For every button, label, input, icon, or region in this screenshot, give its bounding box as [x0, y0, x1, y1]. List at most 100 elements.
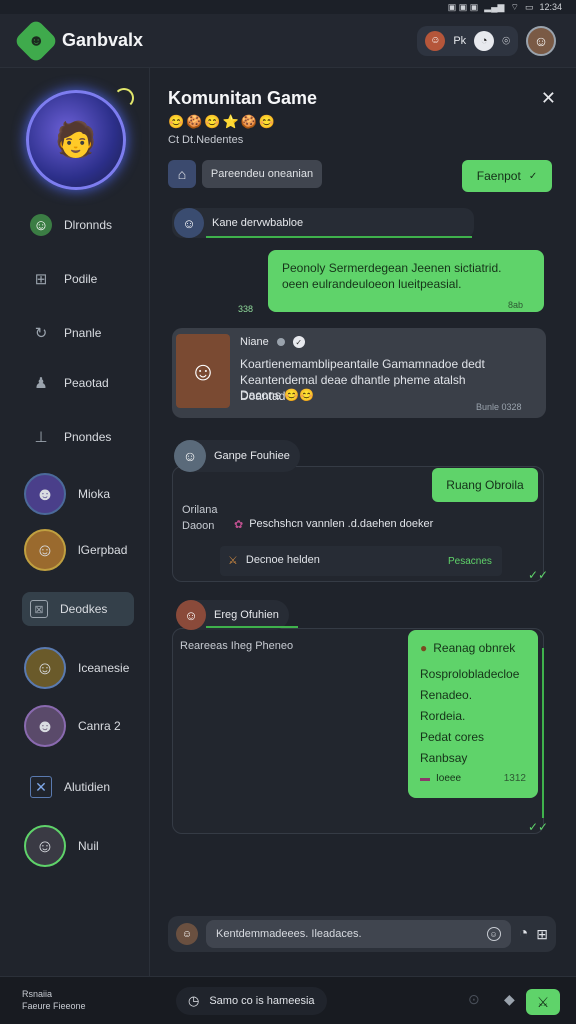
verified-icon: ✓ — [292, 336, 305, 348]
profile-avatar[interactable]: 🧑 — [26, 90, 126, 190]
group-2-msg-foot: ▬ Ioeee 1312 — [420, 771, 526, 787]
sidebar-item-pnondes[interactable]: ⊥ Pnondes — [22, 420, 134, 454]
status-dot-icon — [276, 338, 285, 346]
group-1-name: Ganpe Fouhiee — [214, 450, 290, 462]
home-icon: ⌂ — [177, 166, 187, 182]
quoted-tail: Dacons 😊😊 — [240, 388, 314, 402]
message-input-placeholder: Kentdemmadeees. Ileadaces. — [216, 928, 362, 940]
status-bar: ▣ ▣ ▣ ▂▄▆ ⌔ ▭ 12:34 — [0, 0, 576, 14]
level-ring-icon — [114, 88, 134, 108]
timer-icon[interactable]: ◔ — [519, 925, 529, 943]
avatar: ☺ — [24, 647, 66, 689]
double-check-icon: ✓✓ — [528, 820, 549, 834]
sidebar-item-label: Mioka — [78, 487, 111, 501]
group-1-name-row: ☺ Ganpe Fouhiee — [174, 440, 300, 472]
refresh-icon: ↻ — [34, 325, 48, 342]
message-time: 338 — [238, 304, 254, 314]
sidebar-item-mioka[interactable]: ☻ Mioka — [22, 472, 134, 516]
sidebar-item-canra-2[interactable]: ☻ Canra 2 — [22, 704, 134, 748]
emoji-icon[interactable]: ☺ — [486, 927, 501, 941]
sidebar-item-iceanesie[interactable]: ☺ Iceanesie — [22, 646, 134, 690]
chat-title: Komunitan Game — [168, 88, 318, 108]
avatar: ☻ — [24, 705, 66, 747]
battery-icon: ▭ — [524, 1, 534, 12]
group-1-line-2-right: Pesacnes — [448, 556, 492, 567]
sidebar-item-label: Nuil — [78, 839, 99, 853]
group-1-line-1-text: Peschshcn vannlen .d.daehen doeker — [249, 518, 434, 530]
sword-button[interactable]: ⚔ — [526, 989, 560, 1015]
sidebar-item-label: Peaotad — [64, 376, 109, 390]
msg-line: Pedat cores — [420, 730, 485, 744]
sidebar-item-label: Deodkes — [60, 602, 108, 616]
message-bubble[interactable]: Peonoly Sermerdegean Jeenen sictiatrid. … — [268, 250, 544, 312]
settings-icon[interactable]: ⊙ — [468, 991, 480, 1008]
game-logo-icon: ☻ — [13, 17, 59, 64]
msg-line: Rosprolobladecloe — [420, 667, 520, 681]
bottom-status-pill[interactable]: ◷ Samo co is hameesia — [176, 987, 327, 1015]
anvil-icon: ⊥ — [34, 429, 48, 446]
close-icon[interactable]: ✕ — [541, 88, 556, 109]
action-button[interactable]: Faenpot ✓ — [462, 160, 552, 192]
group-1-line-2: ⚔ Decnoe helden — [228, 554, 320, 567]
message-composer: ☺ Kentdemmadeees. Ileadaces. ☺ ◔ ⊞ — [168, 916, 556, 952]
msg-line: Renadeo. — [420, 688, 473, 702]
sidebar-item-deodkes[interactable]: ⊠ Deodkes — [22, 592, 134, 626]
cookie-icon: ● — [420, 641, 428, 655]
group-1-left-bottom: Daoon — [182, 520, 215, 532]
home-button[interactable]: ⌂ — [168, 160, 196, 188]
sidebar-item-label: Pnanle — [64, 326, 102, 340]
app-title: Ganbvalx — [62, 30, 144, 50]
check-icon: ✓ — [528, 170, 538, 182]
flag-icon: ▬ — [420, 773, 430, 784]
msg-line: Ranbsay — [420, 751, 468, 765]
user-avatar[interactable]: ☺ — [526, 25, 556, 56]
quoted-name-row: Niane ✓ — [240, 336, 305, 348]
avatar: ☻ — [24, 473, 66, 515]
group-1-line-2-text: Decnoe helden — [245, 554, 320, 566]
sword-icon: ⚔ — [536, 993, 550, 1010]
message-text: Peonoly Sermerdegean Jeenen sictiatrid. … — [282, 261, 502, 291]
sidebar-item-dlronnds[interactable]: ☺ Dlronnds — [22, 208, 134, 242]
bottom-left-top: Rsnaiia — [22, 989, 53, 999]
thread-divider — [206, 236, 472, 238]
chat-subtitle: Ct Dt.Nedentes — [168, 134, 244, 146]
avatar: ☺ — [24, 529, 66, 571]
group-2-msg-head: Reanag obnrek — [433, 641, 516, 655]
avatar: ☺ — [176, 600, 206, 630]
emoji-row: 😊🍪😊⭐🍪😊 — [168, 114, 278, 129]
message-bubble[interactable]: ● Reanag obnrek Rosprolobladecloe Renade… — [408, 630, 538, 798]
notification-icons: ▣ ▣ ▣ — [447, 1, 479, 12]
action-button-label: Faenpot — [476, 169, 521, 183]
sidebar-item-label: Dlronnds — [64, 218, 113, 232]
avatar: ☺ — [174, 440, 206, 472]
sidebar-item-pnanle[interactable]: ↻ Pnanle — [22, 316, 134, 350]
attach-icon[interactable]: ⊞ — [536, 926, 548, 943]
person-icon: ♟ — [34, 375, 48, 392]
message-input[interactable]: Kentdemmadeees. Ileadaces. ☺ — [206, 920, 511, 948]
quoted-name: Niane — [240, 336, 269, 348]
bottom-center-text: Samo co is hameesia — [209, 995, 315, 1007]
group-1-line-1: ✿ Peschshcn vannlen .d.daehen doeker — [234, 518, 433, 531]
profile-pill[interactable]: ☺ Pk ◔ ⌾ — [417, 25, 518, 56]
location-icon[interactable]: ⌾ — [502, 33, 510, 49]
scroll-indicator[interactable] — [542, 648, 544, 818]
frame-icon: ⊠ — [30, 600, 48, 618]
double-check-icon: ✓✓ — [528, 568, 549, 582]
sidebar-item-alutidien[interactable]: ✕ Alutidien — [22, 770, 134, 804]
sidebar-item-podile[interactable]: ⊞ Podile — [22, 262, 134, 296]
ruang-obroila-button[interactable]: Ruang Obroila — [432, 468, 538, 502]
group-1-left-top: Orilana — [182, 504, 218, 516]
history-icon: ◷ — [188, 993, 200, 1008]
wifi-icon: ⌔ — [510, 1, 519, 12]
sidebar-item-peaotad[interactable]: ♟ Peaotad — [22, 366, 134, 400]
timer-icon[interactable]: ◔ — [474, 30, 495, 51]
gem-icon[interactable]: ◆ — [504, 991, 515, 1008]
sidebar-item-nuil[interactable]: ☺ Nuil — [22, 824, 134, 868]
mini-avatar: ☺ — [425, 30, 446, 51]
group-2-left: Reareeas Iheg Pheneo — [180, 640, 294, 652]
filter-chip[interactable]: Pareendeu oneanian — [202, 160, 322, 188]
sidebar-item-lgerpbad[interactable]: ☺ lGerpbad — [22, 528, 134, 572]
sidebar-item-label: Podile — [64, 272, 98, 286]
avatar: ☺ — [24, 825, 66, 867]
bottom-left-bottom: Faeure Fieeone — [22, 1001, 86, 1011]
